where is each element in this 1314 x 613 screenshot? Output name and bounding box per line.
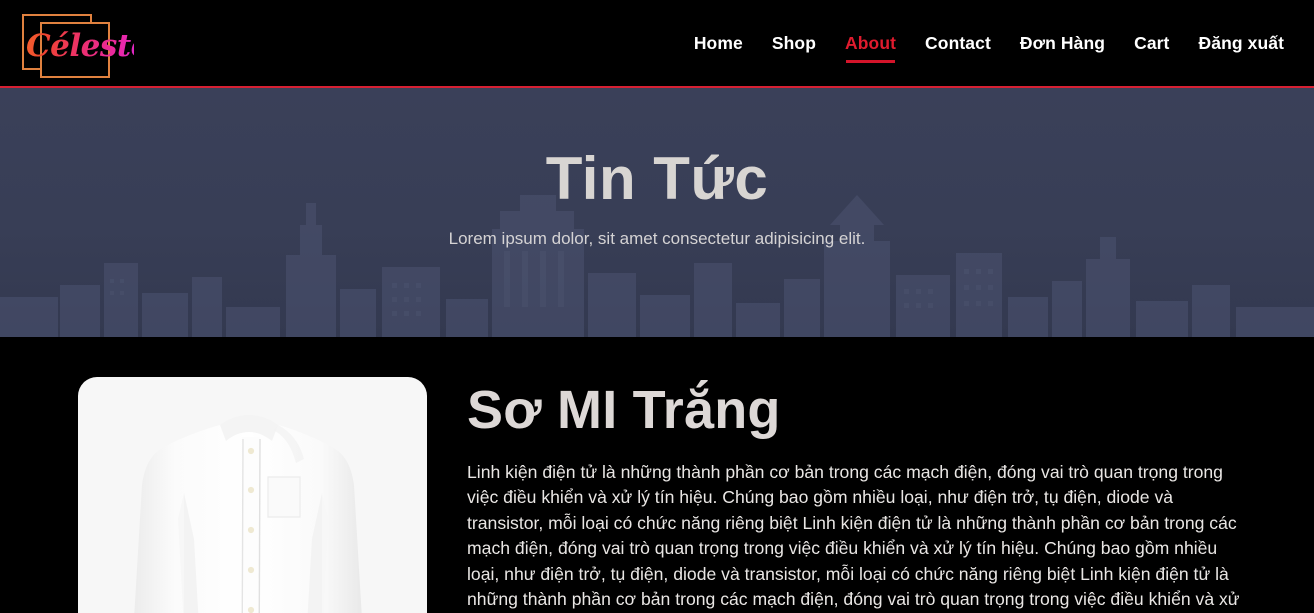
article-paragraph: Linh kiện điện tử là những thành phần cơ… [467, 462, 1240, 610]
nav-item-contact[interactable]: Contact [925, 32, 991, 54]
nav-item-don-hang[interactable]: Đơn Hàng [1020, 32, 1105, 54]
nav-item-home[interactable]: Home [694, 32, 743, 54]
brand-name: Céleste [26, 28, 150, 64]
white-shirt-image [133, 415, 362, 613]
nav-item-cart[interactable]: Cart [1134, 32, 1169, 54]
hero-subtitle: Lorem ipsum dolor, sit amet consectetur … [448, 229, 866, 248]
hero-content: Tin Tức Lorem ipsum dolor, sit amet cons… [0, 88, 1314, 251]
article-title: Sơ MI Trắng [467, 380, 781, 440]
product-image-wrap [78, 377, 427, 613]
nav-item-about[interactable]: About [845, 32, 896, 63]
brand-logo[interactable]: Céleste [18, 10, 150, 78]
page-title: Tin Tức [545, 145, 769, 212]
main-navigation: Home Shop About Contact Đơn Hàng Cart Đă… [694, 32, 1285, 63]
nav-item-shop[interactable]: Shop [772, 32, 816, 54]
product-image-card[interactable] [78, 377, 427, 613]
nav-item-dang-xuat[interactable]: Đăng xuất [1199, 32, 1285, 54]
hero-banner: Tin Tức Lorem ipsum dolor, sit amet cons… [0, 88, 1314, 337]
article-section: Sơ MI Trắng Linh kiện điện tử là những t… [0, 337, 1314, 613]
article-text: Sơ MI Trắng Linh kiện điện tử là những t… [427, 377, 1314, 613]
site-header: Céleste Home Shop About Contact Đơn Hàng… [0, 0, 1314, 88]
